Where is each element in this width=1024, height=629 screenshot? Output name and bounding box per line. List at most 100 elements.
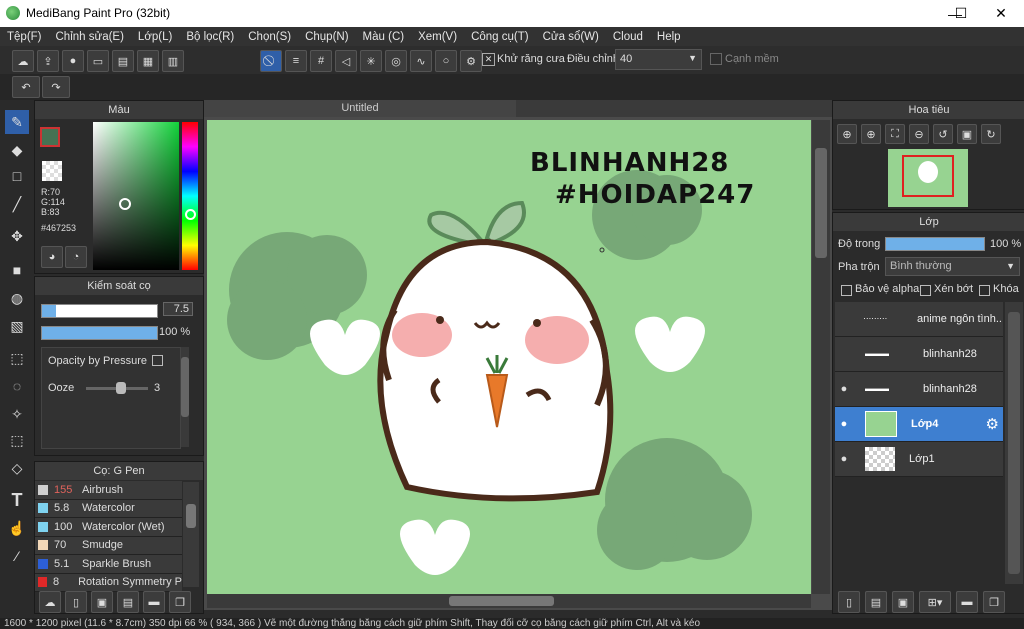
layer-row[interactable]: ● ▬▬▬ blinhanh28 (835, 372, 1003, 407)
navigator-preview[interactable] (888, 149, 968, 207)
eye-icon[interactable]: ● (835, 418, 853, 430)
rectangle-tool-icon[interactable]: □ (5, 164, 29, 188)
gear-icon[interactable]: ⚙ (986, 415, 999, 433)
grid-pages-icon[interactable]: ▥ (162, 50, 184, 72)
circle-snap-icon[interactable]: ○ (435, 50, 457, 72)
chat-icon[interactable]: ▭ (87, 50, 109, 72)
menu-file[interactable]: Tệp(F) (0, 31, 49, 43)
add-brush-icon[interactable]: ▣ (91, 591, 113, 613)
settings-icon[interactable]: ⚙ (460, 50, 482, 72)
opacity-pressure-checkbox[interactable] (152, 355, 163, 366)
brush-tool-icon[interactable]: ✎ (5, 110, 29, 134)
folder-icon[interactable]: ▬ (143, 591, 165, 613)
brush-size-value[interactable]: 7.5 (163, 302, 193, 316)
redo-icon[interactable]: ↷ (42, 76, 70, 98)
menu-help[interactable]: Help (650, 31, 688, 43)
lock-checkbox[interactable] (979, 285, 990, 296)
eraser-tool-icon[interactable]: ◆ (5, 138, 29, 162)
menu-layer[interactable]: Lớp(L) (131, 31, 179, 43)
brush-settings-icon[interactable]: ▤ (117, 591, 139, 613)
no-snap-icon[interactable]: ⃠ (260, 50, 282, 72)
ooze-slider[interactable] (86, 382, 148, 394)
drawing-canvas[interactable]: BLINHANH28 #HOIDAP247 (207, 120, 811, 594)
layer-opacity-slider[interactable] (885, 237, 985, 251)
ooze-slider-thumb[interactable] (116, 382, 126, 394)
line-tool-icon[interactable]: ╱ (5, 192, 29, 216)
menu-color[interactable]: Màu (C) (356, 31, 412, 43)
magic-wand-tool-icon[interactable]: ✧ (5, 402, 29, 426)
palette-icon[interactable]: ◕ (41, 246, 63, 268)
protect-alpha-checkbox[interactable] (841, 285, 852, 296)
layer-row-selected[interactable]: ● Lớp4 ⚙ (835, 407, 1003, 442)
new-brush-icon[interactable]: ▯ (65, 591, 87, 613)
layer-list-scrollbar[interactable] (1005, 302, 1023, 584)
brush-item[interactable]: 5.1 Sparkle Brush (35, 555, 182, 574)
lasso-tool-icon[interactable]: ◌ (5, 374, 29, 398)
add-layer-menu-icon[interactable]: ⊞▾ (919, 591, 951, 613)
actual-size-icon[interactable]: ▣ (957, 124, 977, 144)
brush-item[interactable]: 5.8 Watercolor (35, 499, 182, 518)
upload-icon[interactable]: ⇪ (37, 50, 59, 72)
select-eraser-tool-icon[interactable]: ◇ (5, 456, 29, 480)
menu-edit[interactable]: Chỉnh sửa(E) (49, 31, 131, 43)
concentric-snap-icon[interactable]: ◎ (385, 50, 407, 72)
eyedropper-tool-icon[interactable]: ⁄ (5, 544, 29, 568)
rotate-right-icon[interactable]: ↻ (981, 124, 1001, 144)
undo-icon[interactable]: ↶ (12, 76, 40, 98)
main-color-swatch[interactable] (40, 127, 60, 147)
grid-snap-icon[interactable]: # (310, 50, 332, 72)
adjust-dropdown[interactable]: 40 ▼ (615, 49, 702, 70)
canvas-tab[interactable]: Untitled (204, 100, 516, 117)
new-layer-1bit-icon[interactable]: ▣ (892, 591, 914, 613)
menu-tools[interactable]: Công cụ(T) (464, 31, 536, 43)
zoom-in-alt-icon[interactable]: ⊕ (861, 124, 881, 144)
curve-snap-icon[interactable]: ∿ (410, 50, 432, 72)
select-tool-icon[interactable]: ⬚ (5, 346, 29, 370)
cloud-brush-icon[interactable]: ☁ (39, 591, 61, 613)
menu-filter[interactable]: Bộ lọc(R) (179, 31, 241, 43)
move-tool-icon[interactable]: ✥ (5, 224, 29, 248)
saturation-value-picker[interactable] (93, 122, 179, 270)
brush-item[interactable]: 70 Smudge (35, 536, 182, 555)
clipping-checkbox[interactable] (920, 285, 931, 296)
new-layer-8bit-icon[interactable]: ▤ (865, 591, 887, 613)
brush-item[interactable]: 155 Airbrush (35, 481, 182, 500)
brush-size-slider[interactable] (41, 304, 158, 318)
select-pen-tool-icon[interactable]: ⬚ (5, 428, 29, 452)
layer-row[interactable]: ▬▬▬ blinhanh28 (835, 337, 1003, 372)
hue-slider[interactable] (182, 122, 198, 270)
parallel-snap-icon[interactable]: ≡ (285, 50, 307, 72)
copy-brush-icon[interactable]: ❐ (169, 591, 191, 613)
gradient-tool-icon[interactable]: ▧ (5, 314, 29, 338)
bucket-tool-icon[interactable]: ◍ (5, 286, 29, 310)
menu-select[interactable]: Chọn(S) (241, 31, 298, 43)
menu-snap[interactable]: Chụp(N) (298, 31, 355, 43)
menu-window[interactable]: Cửa sổ(W) (536, 31, 606, 43)
brush-item[interactable]: 100 Watercolor (Wet) (35, 518, 182, 537)
radial-snap-icon[interactable]: ✳ (360, 50, 382, 72)
layer-folder-icon[interactable]: ▬ (956, 591, 978, 613)
comment-icon[interactable]: ● (62, 50, 84, 72)
duplicate-layer-icon[interactable]: ❐ (983, 591, 1005, 613)
fill-shape-tool-icon[interactable]: ■ (5, 258, 29, 282)
palette-add-icon[interactable]: ◔ (65, 246, 87, 268)
pages-icon[interactable]: ▦ (137, 50, 159, 72)
cloud-icon[interactable]: ☁ (12, 50, 34, 72)
antialias-checkbox[interactable]: ✕ (482, 53, 495, 66)
eye-icon[interactable]: ● (835, 383, 853, 395)
close-button[interactable]: ✕ (978, 0, 1024, 27)
blend-mode-dropdown[interactable]: Bình thường ▼ (885, 257, 1020, 276)
soft-edge-checkbox[interactable] (710, 53, 722, 65)
brush-item[interactable]: 8 Rotation Symmetry P (35, 573, 182, 592)
menu-view[interactable]: Xem(V) (411, 31, 464, 43)
text-tool-icon[interactable]: T (5, 488, 29, 512)
transparent-swatch[interactable] (42, 161, 62, 181)
zoom-in-icon[interactable]: ⊕ (837, 124, 857, 144)
brush-opacity-slider[interactable] (41, 326, 158, 340)
canvas-horizontal-scrollbar[interactable] (207, 594, 811, 608)
operation-tool-icon[interactable]: ☝ (5, 516, 29, 540)
zoom-out-icon[interactable]: ⊖ (909, 124, 929, 144)
canvas-vertical-scrollbar[interactable] (812, 120, 830, 594)
perspective-snap-icon[interactable]: ◁ (335, 50, 357, 72)
eye-icon[interactable]: ● (835, 453, 853, 465)
